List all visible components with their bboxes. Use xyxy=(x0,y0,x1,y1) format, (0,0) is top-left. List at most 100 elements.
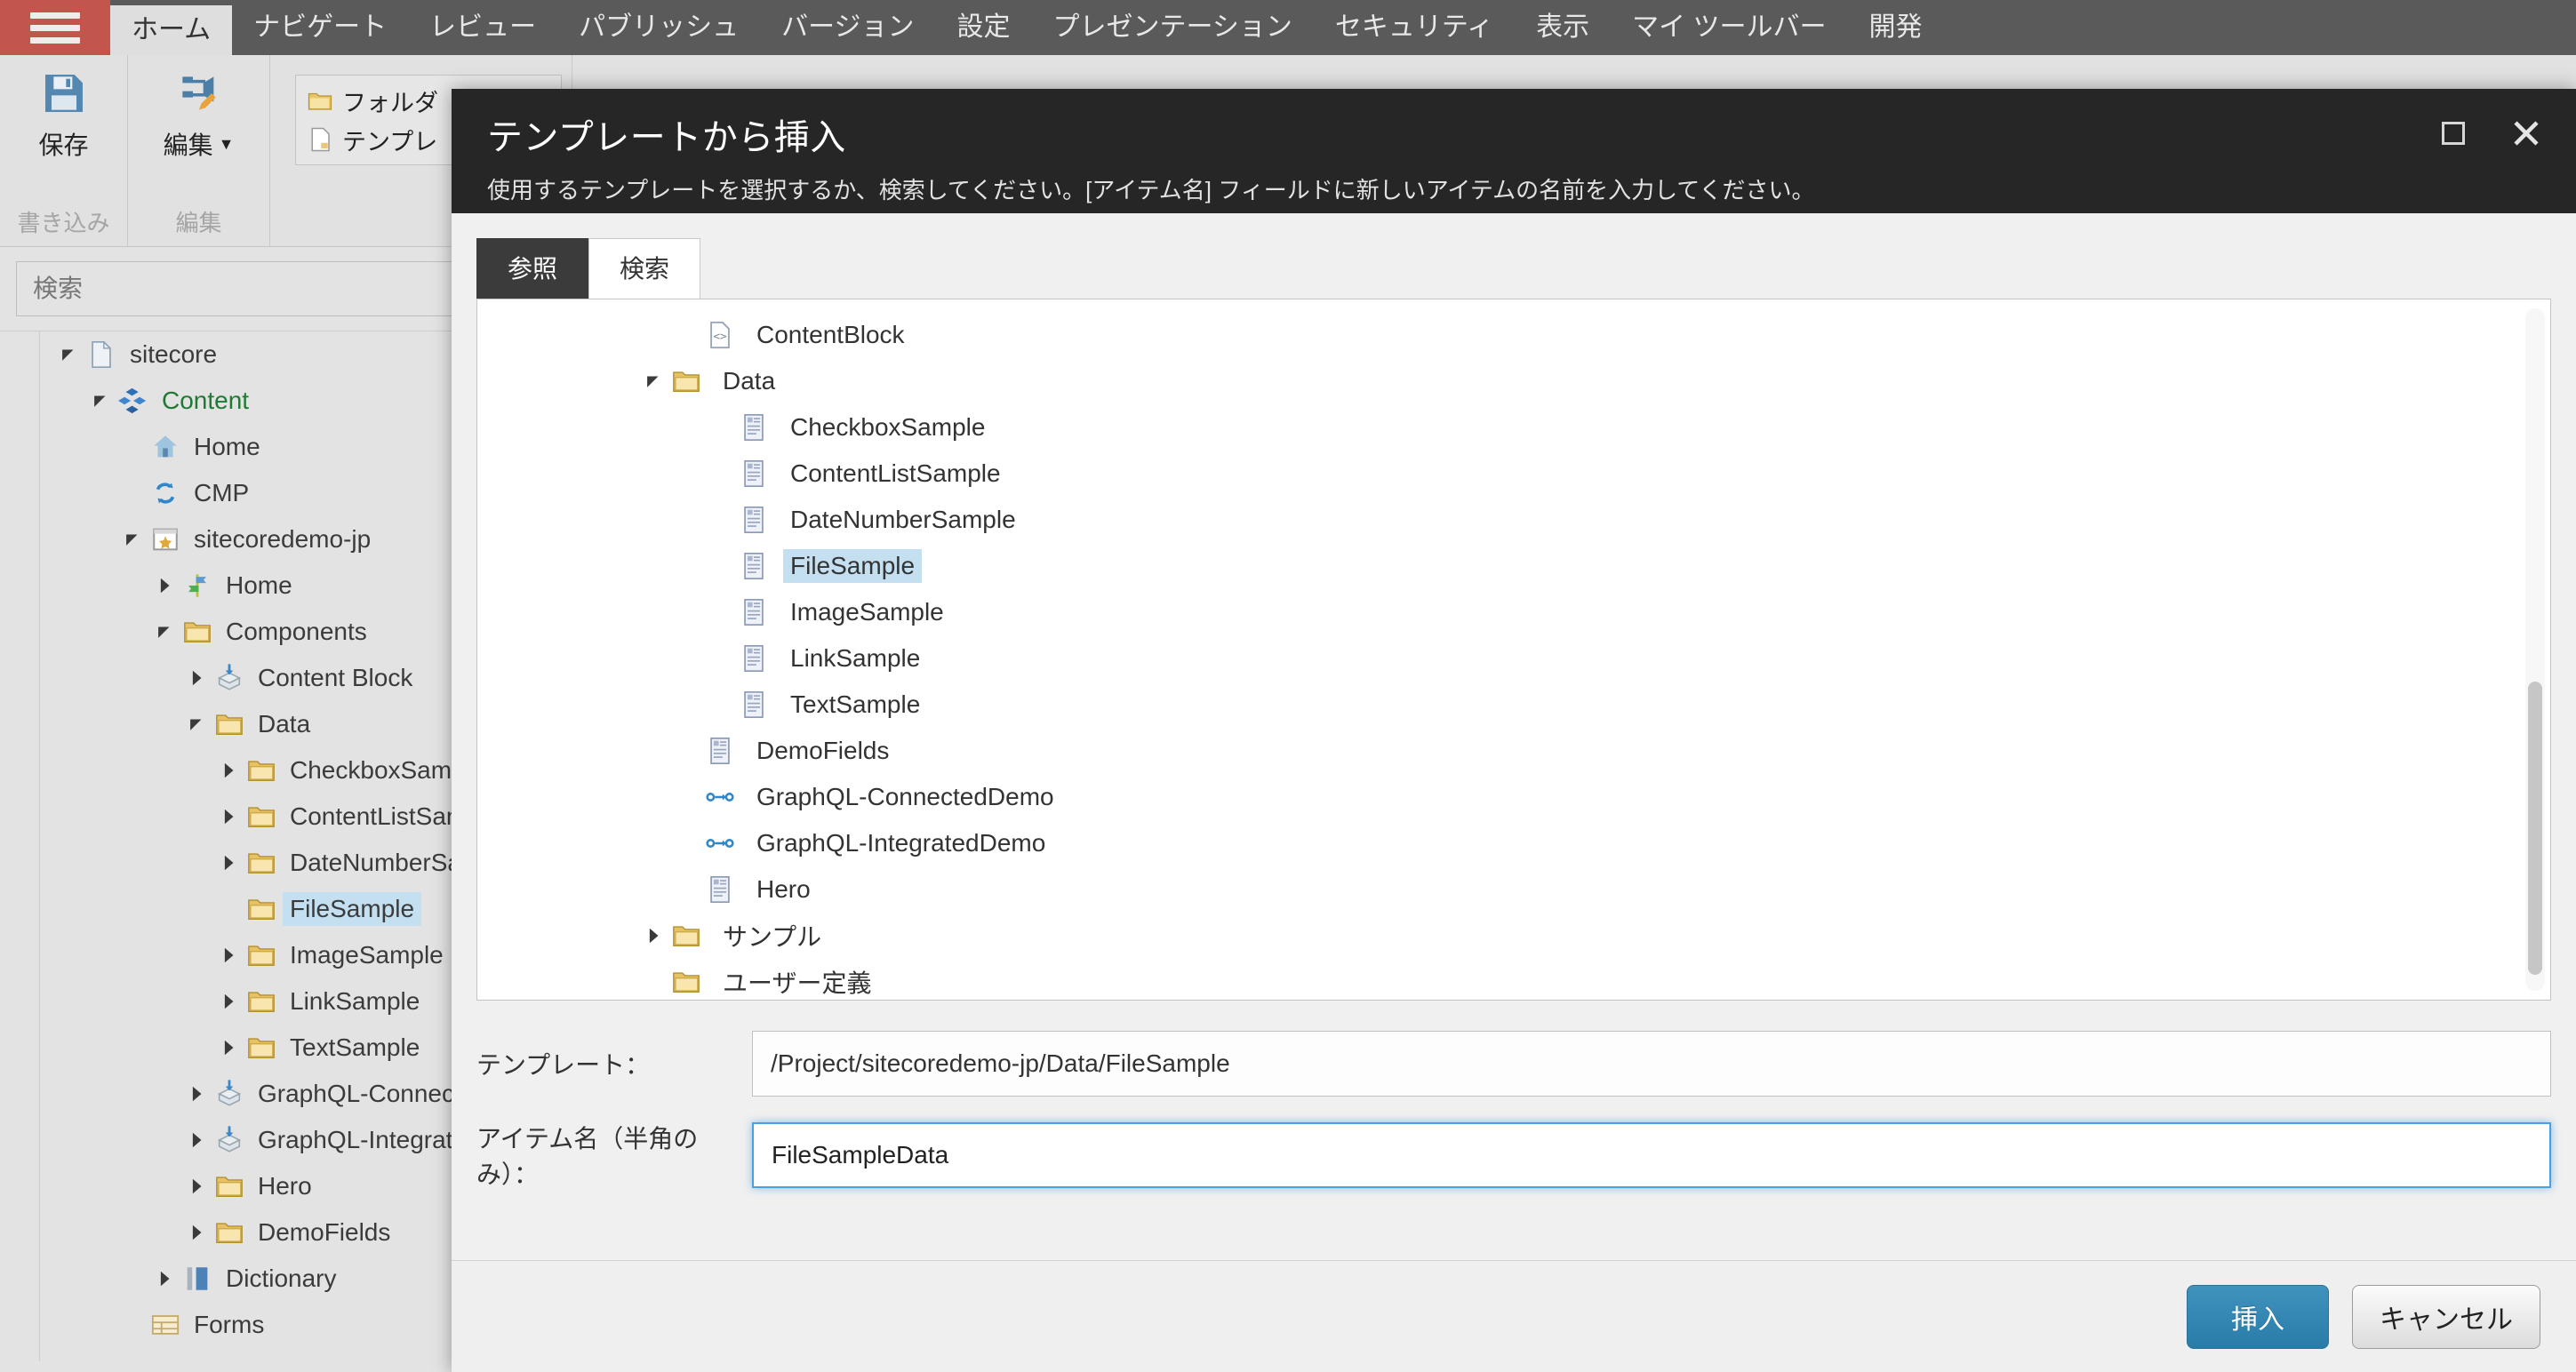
caret-down-icon[interactable] xyxy=(637,371,669,391)
insert-button[interactable]: 挿入 xyxy=(2187,1284,2329,1349)
folder-icon xyxy=(244,802,279,832)
caret-right-icon[interactable] xyxy=(149,576,180,595)
link-nodes-icon xyxy=(703,828,737,858)
tree-item-label: DemoFields xyxy=(258,1218,391,1246)
cancel-button[interactable]: キャンセル xyxy=(2352,1284,2540,1349)
tree-item-label: CMP xyxy=(194,479,250,507)
template-tree-item-4[interactable]: DateNumberSample xyxy=(637,497,2550,543)
caret-right-icon[interactable] xyxy=(213,853,244,873)
tree-item-label: LinkSample xyxy=(290,987,420,1015)
template-tree-item-0[interactable]: <> ContentBlock xyxy=(637,312,2550,358)
dialog-header: テンプレートから挿入 使用するテンプレートを選択するか、検索してください。[アイ… xyxy=(452,89,2576,213)
caret-right-icon[interactable] xyxy=(637,926,669,945)
template-item-label: Data xyxy=(723,367,776,395)
ribbon-tab-6[interactable]: プレゼンテーション xyxy=(1032,0,1314,55)
insert-from-template-dialog: テンプレートから挿入 使用するテンプレートを選択するか、検索してください。[アイ… xyxy=(452,89,2576,1372)
close-icon[interactable] xyxy=(2507,114,2546,153)
insert-folder-label: フォルダ xyxy=(342,89,438,116)
template-tree-item-6[interactable]: ImageSample xyxy=(637,589,2550,635)
save-button[interactable]: 保存 xyxy=(9,68,118,162)
tree-item-label: Home xyxy=(226,571,292,599)
caret-right-icon[interactable] xyxy=(181,1223,212,1242)
template-tree-item-14[interactable]: ユーザー定義 xyxy=(637,959,2550,1000)
item-name-input[interactable] xyxy=(752,1122,2551,1188)
tree-item-label: Components xyxy=(226,618,367,645)
template-tree-item-3[interactable]: ContentListSample xyxy=(637,451,2550,497)
book-icon xyxy=(180,1264,215,1294)
template-tree-item-7[interactable]: LinkSample xyxy=(637,635,2550,682)
caret-right-icon[interactable] xyxy=(213,807,244,826)
search-input[interactable] xyxy=(16,261,500,316)
caret-right-icon[interactable] xyxy=(149,1269,180,1288)
caret-down-icon[interactable] xyxy=(181,714,212,734)
edit-button[interactable]: 編集 ▼ xyxy=(137,68,260,162)
edit-label: 編集 ▼ xyxy=(164,126,235,162)
caret-right-icon[interactable] xyxy=(213,761,244,780)
template-path-input[interactable] xyxy=(752,1031,2551,1097)
ribbon-tab-8[interactable]: 表示 xyxy=(1515,0,1611,55)
ribbon-tab-5[interactable]: 設定 xyxy=(936,0,1032,55)
dialog-tab-list: 参照 検索 xyxy=(476,238,2551,299)
ribbon-tab-10[interactable]: 開発 xyxy=(1847,0,1943,55)
ribbon-tab-3[interactable]: パブリッシュ xyxy=(557,0,760,55)
template-tree-item-8[interactable]: TextSample xyxy=(637,682,2550,728)
caret-right-icon[interactable] xyxy=(213,1038,244,1057)
ribbon-tab-2[interactable]: レビュー xyxy=(408,0,557,55)
template-item-label: サンプル xyxy=(723,923,822,951)
caret-down-icon[interactable] xyxy=(85,391,116,411)
caret-right-icon[interactable] xyxy=(181,668,212,688)
site-star-icon xyxy=(148,524,183,554)
ribbon-tab-1[interactable]: ナビゲート xyxy=(232,0,408,55)
tree-item-label: Data xyxy=(258,710,311,738)
caret-down-icon[interactable] xyxy=(149,622,180,642)
template-tree-item-2[interactable]: CheckboxSample xyxy=(637,404,2550,451)
folder-icon xyxy=(244,986,279,1017)
template-tree-item-10[interactable]: GraphQL-ConnectedDemo xyxy=(637,774,2550,820)
dialog-tab-1[interactable]: 検索 xyxy=(588,238,701,299)
template-tree-item-13[interactable]: サンプル xyxy=(637,913,2550,959)
template-tree-item-1[interactable]: Data xyxy=(637,358,2550,404)
tree-scrollbar[interactable] xyxy=(2525,308,2545,991)
caret-right-icon[interactable] xyxy=(213,945,244,965)
hamburger-icon[interactable] xyxy=(0,0,110,55)
tree-item-label: Content xyxy=(162,387,250,414)
tree-item-label: Content Block xyxy=(258,664,413,691)
template-tree-item-9[interactable]: DemoFields xyxy=(637,728,2550,774)
caret-right-icon[interactable] xyxy=(213,992,244,1011)
caret-right-icon[interactable] xyxy=(181,1130,212,1150)
folder-icon xyxy=(669,366,703,396)
template-tree-item-11[interactable]: GraphQL-IntegratedDemo xyxy=(637,820,2550,866)
template-item-label: GraphQL-ConnectedDemo xyxy=(756,783,1054,810)
toolbar-group-edit: 編集 ▼ 編集 xyxy=(128,55,270,247)
template-item-label: FileSample xyxy=(783,549,923,583)
tree-item-label: Hero xyxy=(258,1172,312,1200)
page-icon xyxy=(307,126,333,153)
package-icon xyxy=(212,1079,247,1109)
folder-icon xyxy=(244,1033,279,1063)
caret-down-icon[interactable] xyxy=(53,345,84,364)
tree-item-label: Dictionary xyxy=(226,1264,337,1292)
folder-icon xyxy=(669,921,703,951)
ribbon-tab-4[interactable]: バージョン xyxy=(760,0,935,55)
dialog-body: 参照 検索 <> ContentBlock Data CheckboxSample Con… xyxy=(452,213,2576,1260)
template-icon xyxy=(737,505,771,535)
template-tree-item-5[interactable]: FileSample xyxy=(637,543,2550,589)
caret-right-icon[interactable] xyxy=(181,1084,212,1104)
tree-item-label: Forms xyxy=(194,1311,265,1338)
window-controls xyxy=(2434,114,2546,153)
caret-right-icon[interactable] xyxy=(181,1177,212,1196)
dialog-tab-0[interactable]: 参照 xyxy=(476,238,589,299)
sync-icon xyxy=(148,478,183,508)
ribbon-tab-9[interactable]: マイ ツールバー xyxy=(1611,0,1847,55)
maximize-icon[interactable] xyxy=(2434,114,2473,153)
template-tree-item-12[interactable]: Hero xyxy=(637,866,2550,913)
ribbon-tab-7[interactable]: セキュリティ xyxy=(1314,0,1515,55)
folder-icon xyxy=(244,894,279,924)
caret-down-icon[interactable] xyxy=(117,530,148,549)
tree-scrollbar-thumb[interactable] xyxy=(2528,682,2542,975)
insert-template-label: テンプレ xyxy=(342,128,438,156)
ribbon-tab-0[interactable]: ホーム xyxy=(110,5,233,55)
code-page-icon: <> xyxy=(703,320,737,350)
template-icon xyxy=(737,551,771,581)
write-group-caption: 書き込み xyxy=(17,210,110,236)
